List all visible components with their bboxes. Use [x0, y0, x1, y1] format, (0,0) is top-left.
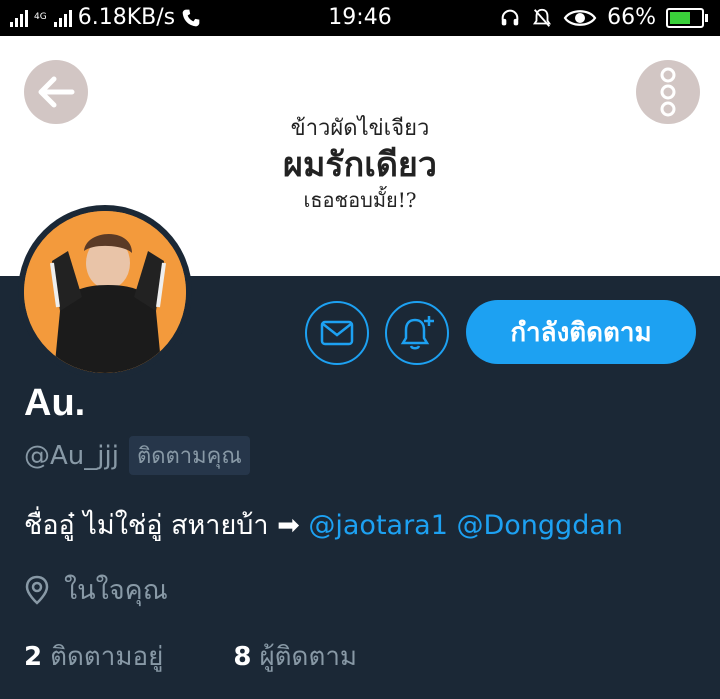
- banner-line-3: เธอชอบมั้ย!?: [303, 188, 417, 212]
- avatar-photo: [24, 211, 186, 373]
- mention-link[interactable]: @Donggdan: [457, 510, 624, 541]
- bio-text: ชื่ออู๋ ไม่ใช่อู่ สหายบ้า ➡: [24, 510, 309, 541]
- following-count: 2: [24, 642, 43, 672]
- back-button[interactable]: [24, 60, 88, 124]
- handle: @Au_jjj: [24, 440, 119, 471]
- follow-stats: 2 ติดตามอยู่ 8 ผู้ติดตาม: [24, 636, 357, 677]
- banner-line-1: ข้าวผัดไข่เจียว: [290, 116, 430, 141]
- battery-charging-icon: [666, 7, 708, 28]
- display-name: Au.: [24, 382, 86, 424]
- location-text: ในใจคุณ: [64, 575, 168, 606]
- location-pin-icon: [25, 575, 49, 605]
- back-arrow-icon: [38, 76, 75, 108]
- banner-text: ข้าวผัดไข่เจียว ผมรักเดียว เธอชอบมั้ย!?: [210, 114, 510, 214]
- followers-count: 8: [233, 642, 252, 672]
- following-button[interactable]: กำลังติดตาม: [466, 300, 696, 364]
- notifications-button[interactable]: [385, 301, 449, 365]
- more-vertical-icon: [660, 67, 676, 117]
- bio: ชื่ออู๋ ไม่ใช่อู่ สหายบ้า ➡ @jaotara1 @D…: [24, 503, 623, 546]
- status-bar: 4G 6.18KB/s 19:46 66%: [0, 0, 720, 36]
- banner-line-2: ผมรักเดียว: [283, 145, 437, 185]
- following-stat[interactable]: 2 ติดตามอยู่: [24, 636, 163, 677]
- status-right: 66%: [499, 5, 708, 30]
- bell-off-icon: [533, 8, 552, 27]
- more-options-button[interactable]: [636, 60, 700, 124]
- headset-icon: [501, 9, 519, 25]
- mail-icon: [320, 320, 354, 346]
- avatar-figure: [24, 211, 186, 373]
- handle-row: @Au_jjj ติดตามคุณ: [24, 436, 250, 475]
- eye-icon: [563, 9, 597, 26]
- follows-you-badge: ติดตามคุณ: [128, 436, 250, 475]
- mention-link[interactable]: @jaotara1: [308, 510, 448, 541]
- bell-plus-icon: [400, 316, 434, 350]
- location-row: ในใจคุณ: [24, 568, 168, 611]
- avatar[interactable]: [18, 205, 192, 379]
- battery-percent: 66%: [607, 5, 656, 30]
- followers-label: ผู้ติดตาม: [259, 642, 358, 672]
- message-button[interactable]: [305, 301, 369, 365]
- followers-stat[interactable]: 8 ผู้ติดตาม: [233, 636, 357, 677]
- following-label: ติดตามอยู่: [50, 642, 164, 672]
